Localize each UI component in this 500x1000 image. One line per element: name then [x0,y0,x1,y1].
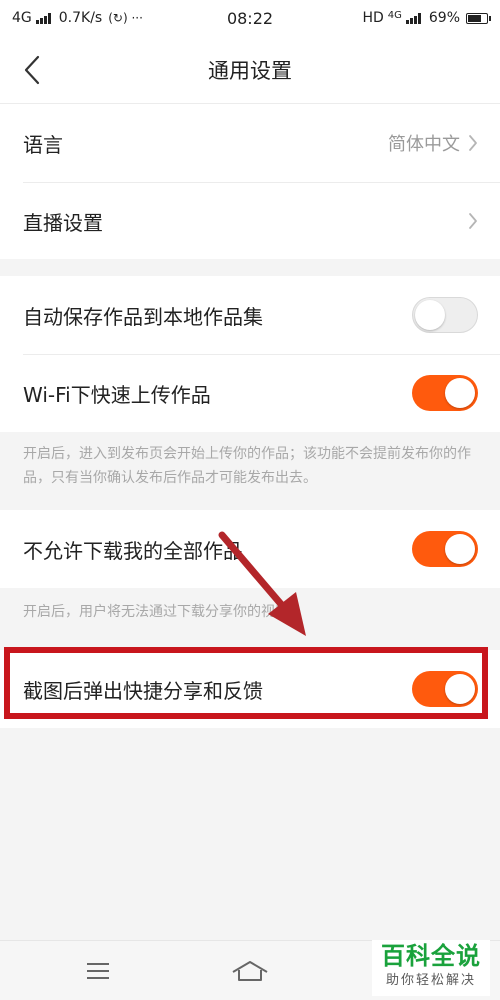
chevron-right-icon [469,135,477,151]
status-extra-icons: (↻) ··· [108,11,143,25]
chevron-left-icon [24,55,40,85]
screenshot-share-label: 截图后弹出快捷分享和反馈 [23,678,263,703]
live-settings-row[interactable]: 直播设置 [0,182,500,260]
wifi-upload-label: Wi-Fi下快速上传作品 [23,382,211,407]
watermark-subtitle: 助你轻松解决 [385,973,476,988]
menu-button[interactable] [78,955,118,987]
settings-group-download: 不允许下载我的全部作品 [0,510,500,588]
menu-icon [87,963,109,979]
no-download-row: 不允许下载我的全部作品 [0,510,500,588]
live-settings-label: 直播设置 [23,210,103,235]
language-value-wrap: 简体中文 [388,130,478,156]
settings-group-general: 语言 简体中文 直播设置 [0,104,500,259]
status-bar: 4G 0.7K/s (↻) ··· 08:22 HD 4G 69% [0,0,500,36]
battery-level: 69% [428,10,460,26]
status-right: HD 4G 69% [362,9,491,26]
toggle-knob [445,534,475,564]
auto-save-toggle[interactable] [412,297,478,333]
auto-save-label: 自动保存作品到本地作品集 [23,304,263,329]
language-value: 简体中文 [388,134,460,155]
home-icon [232,961,268,981]
nav-bar: 通用设置 [0,36,500,104]
wifi-upload-row: Wi-Fi下快速上传作品 [0,354,500,432]
network-type-right: 4G [387,9,402,21]
network-type: 4G [12,10,32,26]
no-download-hint: 开启后，用户将无法通过下载分享你的视频。 [23,604,303,620]
wifi-upload-toggle[interactable] [412,375,478,411]
toggle-knob [445,674,475,704]
wifi-upload-hint: 开启后，进入到发布页会开始上传你的作品；该功能不会提前发布你的作品，只有当你确认… [23,446,471,486]
settings-group-upload: 自动保存作品到本地作品集 Wi-Fi下快速上传作品 [0,276,500,432]
settings-group-screenshot: 截图后弹出快捷分享和反馈 [0,650,500,728]
network-speed: 0.7K/s [58,10,103,26]
page-title: 通用设置 [208,58,292,83]
home-button[interactable] [230,955,270,987]
toggle-knob [445,378,475,408]
language-label: 语言 [23,132,63,157]
chevron-right-icon [469,213,477,229]
language-row[interactable]: 语言 简体中文 [0,104,500,182]
toggle-knob [415,300,445,330]
screenshot-share-row: 截图后弹出快捷分享和反馈 [0,650,500,728]
watermark-logo: 百科全说 助你轻松解决 [372,940,490,996]
status-left: 4G 0.7K/s (↻) ··· [12,10,143,26]
hd-indicator: HD [362,10,384,26]
signal-icon-right [405,12,421,24]
no-download-label: 不允许下载我的全部作品 [23,538,243,563]
auto-save-row: 自动保存作品到本地作品集 [0,276,500,354]
back-button[interactable] [14,52,50,88]
battery-icon [466,12,491,24]
screenshot-share-toggle[interactable] [412,671,478,707]
signal-icon [35,12,51,24]
no-download-toggle[interactable] [412,531,478,567]
watermark-title: 百科全说 [381,942,481,970]
